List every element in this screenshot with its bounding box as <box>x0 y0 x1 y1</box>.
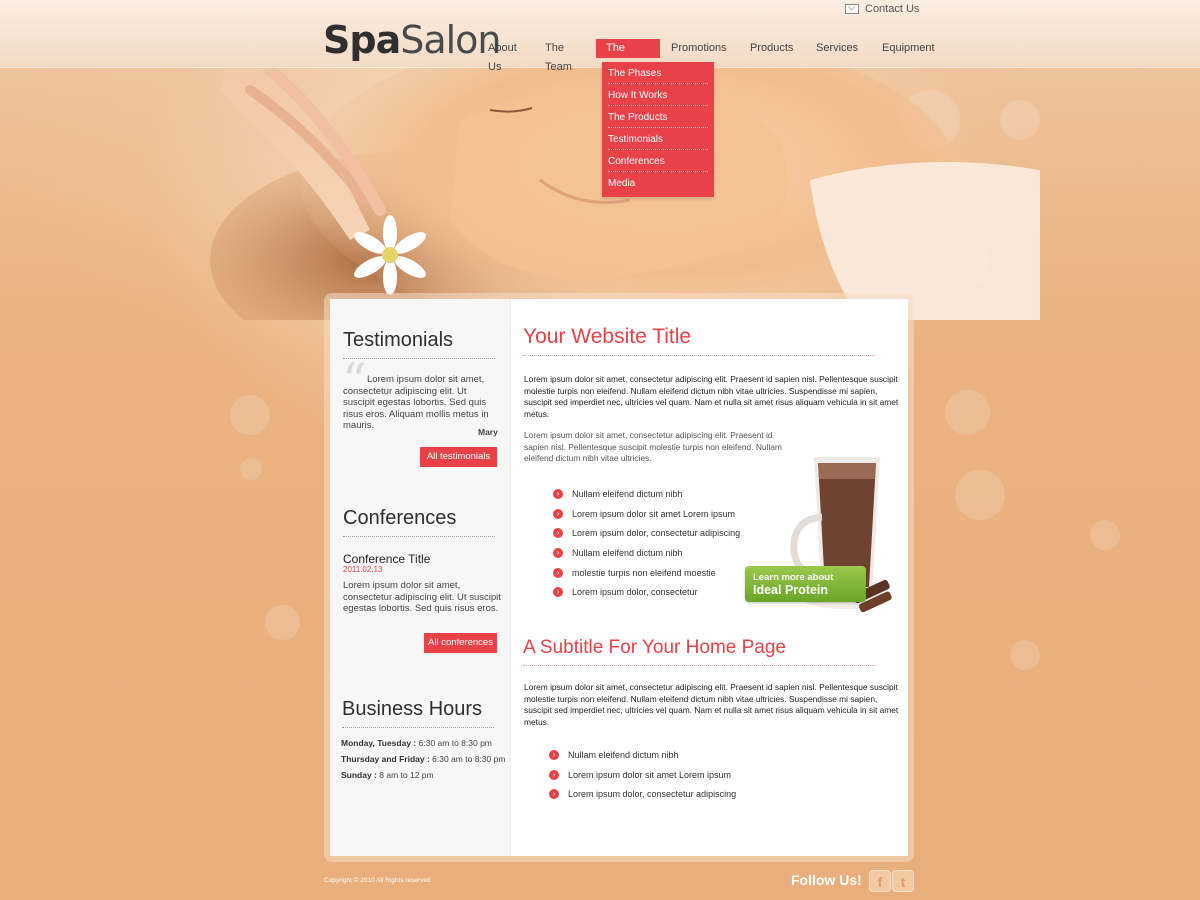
sidebar: Testimonials “ Lorem ipsum dolor sit ame… <box>330 299 511 856</box>
hours-time: 6:30 am to 8:30 pm <box>418 738 492 748</box>
list-item: › Lorem ipsum dolor, consectetur adipisci… <box>553 523 740 543</box>
page-title: Your Website Title <box>523 325 875 356</box>
envelope-icon <box>845 4 859 14</box>
page-subtitle: A Subtitle For Your Home Page <box>523 637 875 666</box>
main-nav: About Us The Team The Method Promotions … <box>478 39 943 73</box>
copyright-text: Copyright © 2010 All Rights reserved <box>324 877 431 884</box>
list-item-label: Lorem ipsum dolor, consectetur <box>572 587 698 598</box>
the-method-dropdown: The Phases How It Works The Products Tes… <box>602 62 714 197</box>
conferences-heading: Conferences <box>343 507 495 537</box>
bullet-arrow-icon: › <box>549 769 559 780</box>
nav-item-services[interactable]: Services <box>806 39 871 58</box>
nav-item-the-team[interactable]: The Team <box>535 39 595 73</box>
list-item-label: Nullam eleifend dictum nibh <box>568 749 679 760</box>
bullet-arrow-icon: › <box>553 567 563 578</box>
facebook-icon[interactable]: f <box>869 870 891 892</box>
main-column: Your Website Title Lorem ipsum dolor sit… <box>523 299 908 856</box>
list-item-label: Nullam eleifend dictum nibh <box>572 547 683 558</box>
nav-item-products[interactable]: Products <box>740 39 805 58</box>
conference-text: Lorem ipsum dolor sit amet, consectetur … <box>343 580 501 614</box>
hours-row: Thursday and Friday : 6:30 am to 8:30 pm <box>341 754 505 764</box>
bullet-arrow-icon: › <box>553 508 563 519</box>
dropdown-item-conferences[interactable]: Conferences <box>608 150 708 172</box>
promo-line1: Learn more about <box>753 572 834 583</box>
dropdown-item-testimonials[interactable]: Testimonials <box>608 128 708 150</box>
list-item-label: molestie turpis non eleifend moestie <box>572 567 716 578</box>
all-conferences-button[interactable]: All conferences <box>424 633 497 653</box>
contact-us-label: Contact Us <box>865 3 920 15</box>
all-testimonials-button[interactable]: All testimonials <box>420 447 497 467</box>
list-item: › Lorem ipsum dolor sit amet Lorem ipsum <box>553 504 740 524</box>
hours-time: 8 am to 12 pm <box>379 770 434 780</box>
bullet-arrow-icon: › <box>553 528 563 539</box>
contact-us-link[interactable]: Contact Us <box>845 3 919 15</box>
list-item: › Lorem ipsum dolor, consectetur <box>553 582 740 602</box>
dropdown-item-media[interactable]: Media <box>608 172 708 193</box>
ideal-protein-promo-button[interactable]: Learn more about Ideal Protein <box>745 566 866 602</box>
list-item-label: Lorem ipsum dolor, consectetur adipiscin… <box>568 789 737 800</box>
nav-item-about-us[interactable]: About Us <box>478 39 534 73</box>
list-item-label: Lorem ipsum dolor sit amet Lorem ipsum <box>572 508 736 519</box>
bullet-arrow-icon: › <box>553 587 563 598</box>
list-item: › Nullam eleifend dictum nibh <box>553 543 740 563</box>
bullet-arrow-icon: › <box>549 749 559 760</box>
list-item-label: Lorem ipsum dolor, consectetur adipiscin… <box>572 528 741 539</box>
list-item-label: Nullam eleifend dictum nibh <box>572 488 683 499</box>
list-item-label: Lorem ipsum dolor sit amet Lorem ipsum <box>568 769 732 780</box>
promo-line2: Ideal Protein <box>753 583 829 597</box>
logo-spa: Spa <box>323 18 401 62</box>
hours-row: Monday, Tuesday : 6:30 am to 8:30 pm <box>341 738 492 748</box>
dropdown-item-the-phases[interactable]: The Phases <box>608 62 708 84</box>
list-item: › Nullam eleifend dictum nibh <box>549 745 736 765</box>
testimonial-author: Mary <box>478 427 498 437</box>
nav-item-the-method[interactable]: The Method <box>596 39 660 73</box>
bullet-arrow-icon: › <box>553 547 563 558</box>
hours-days: Sunday : <box>341 770 377 780</box>
hours-days: Monday, Tuesday : <box>341 738 417 748</box>
list-item: › Nullam eleifend dictum nibh <box>553 484 740 504</box>
feature-list: › Nullam eleifend dictum nibh › Lorem ipsu… <box>553 484 740 602</box>
list-item: › Lorem ipsum dolor, consectetur adipisci… <box>549 784 736 804</box>
follow-us-label: Follow Us! <box>791 872 862 888</box>
nav-item-promotions[interactable]: Promotions <box>661 39 739 58</box>
dropdown-item-the-products[interactable]: The Products <box>608 106 708 128</box>
testimonial-text: Lorem ipsum dolor sit amet, consectetur … <box>343 374 489 431</box>
nav-item-equipment[interactable]: Equipment <box>872 39 942 58</box>
hours-days: Thursday and Friday : <box>341 754 430 764</box>
list-item: › Lorem ipsum dolor sit amet Lorem ipsum <box>549 765 736 785</box>
hours-row: Sunday : 8 am to 12 pm <box>341 770 434 780</box>
conference-date: 2011.02.13 <box>343 565 383 574</box>
intro-paragraph: Lorem ipsum dolor sit amet, consectetur … <box>524 374 899 419</box>
subtitle-paragraph: Lorem ipsum dolor sit amet, consectetur … <box>524 682 899 727</box>
dropdown-item-how-it-works[interactable]: How It Works <box>608 84 708 106</box>
bullet-arrow-icon: › <box>549 789 559 800</box>
bullet-arrow-icon: › <box>553 488 563 499</box>
business-hours-heading: Business Hours <box>342 698 494 728</box>
hero-image <box>210 30 1040 320</box>
secondary-list: › Nullam eleifend dictum nibh › Lorem ipsu… <box>549 745 736 804</box>
hours-time: 6:30 am to 8:30 pm <box>432 754 506 764</box>
conference-title[interactable]: Conference Title <box>343 552 430 566</box>
content-panel: Testimonials “ Lorem ipsum dolor sit ame… <box>330 299 908 856</box>
twitter-icon[interactable]: t <box>892 870 914 892</box>
list-item: › molestie turpis non eleifend moestie <box>553 563 740 583</box>
logo[interactable]: SpaSalon <box>323 18 502 62</box>
